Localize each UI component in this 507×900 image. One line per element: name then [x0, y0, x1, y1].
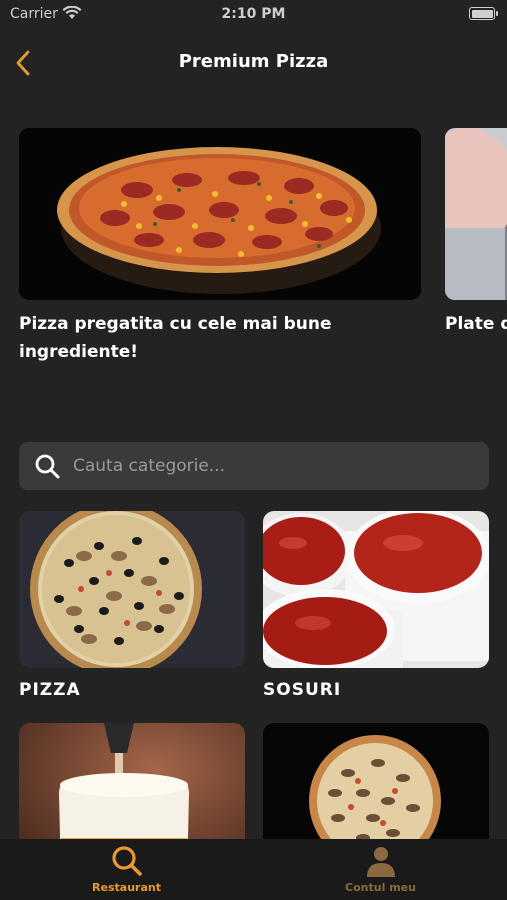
category-card-pizza[interactable]: PIZZA: [19, 511, 245, 700]
category-label: SOSURI: [263, 680, 342, 700]
search-input[interactable]: [73, 456, 489, 476]
promo-carousel[interactable]: Pizza pregatita cu cele mai bune ingredi…: [0, 128, 507, 368]
slide-caption: Plate dire: [445, 314, 507, 334]
tab-contul-meu[interactable]: Contul meu: [254, 839, 507, 900]
category-search-box[interactable]: [19, 442, 489, 490]
plate-image: [445, 128, 507, 300]
status-time: 2:10 PM: [221, 6, 286, 22]
pizza-category-image: [19, 511, 245, 668]
nav-header: Premium Pizza: [0, 40, 507, 84]
pizza-image: [19, 128, 421, 300]
category-card-sosuri[interactable]: SOSURI: [263, 511, 489, 700]
tab-label: Restaurant: [92, 881, 161, 894]
category-label: PIZZA: [19, 680, 81, 700]
user-icon: [365, 845, 397, 877]
tab-restaurant[interactable]: Restaurant: [0, 839, 253, 900]
sauce-category-image: [263, 511, 489, 668]
search-icon: [33, 452, 61, 480]
tab-label: Contul meu: [345, 881, 416, 894]
carousel-slide[interactable]: Plate dire: [445, 128, 507, 338]
status-bar: Carrier 2:10 PM: [0, 0, 507, 30]
battery-icon: [469, 7, 498, 20]
slide-caption: Pizza pregatita cu cele mai bune ingredi…: [19, 314, 332, 362]
carousel-slide[interactable]: Pizza pregatita cu cele mai bune ingredi…: [19, 128, 421, 366]
search-icon: [111, 845, 143, 877]
tab-bar: Restaurant Contul meu: [0, 839, 507, 900]
page-title: Premium Pizza: [178, 51, 329, 72]
